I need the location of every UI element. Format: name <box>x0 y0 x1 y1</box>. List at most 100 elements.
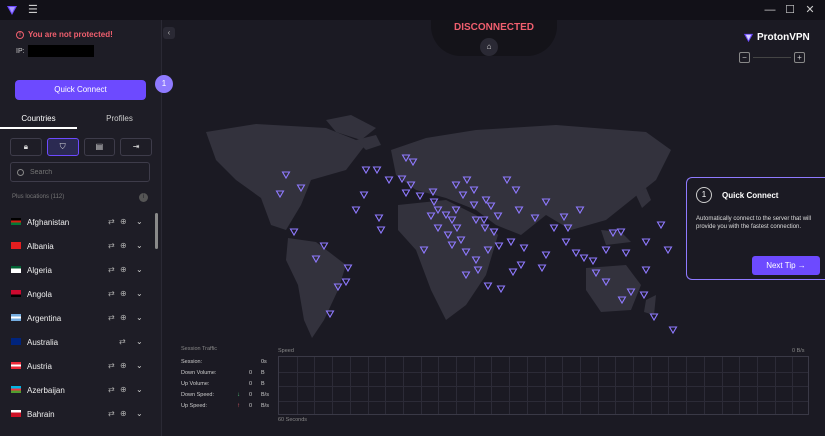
minimize-button[interactable]: — <box>762 2 778 18</box>
server-marker[interactable] <box>374 214 384 223</box>
traffic-value: 0 <box>249 370 253 376</box>
speed-graph <box>278 356 809 415</box>
country-row[interactable]: Azerbaijan ⇄ ⊕ ⌄ <box>0 378 152 402</box>
tab-countries[interactable]: Countries <box>0 109 77 129</box>
server-marker[interactable] <box>656 221 666 230</box>
grid-line <box>279 371 808 373</box>
chevron-down-icon[interactable]: ⌄ <box>136 385 143 394</box>
chevron-down-icon[interactable]: ⌄ <box>136 313 143 322</box>
chevron-down-icon[interactable]: ⌄ <box>136 217 143 226</box>
server-marker[interactable] <box>516 261 526 270</box>
chevron-down-icon[interactable]: ⌄ <box>136 241 143 250</box>
menu-icon[interactable]: ☰ <box>28 4 40 16</box>
map-area: DISCONNECTED ⌂ ProtonVPN − + 1 Quick Con… <box>176 20 825 436</box>
tor-globe-icon: ⊕ <box>120 361 127 370</box>
protonvpn-window: ☰ — ☐ ✕ ! You are not protected! IP: Qui… <box>0 0 825 436</box>
quick-connect-button[interactable]: Quick Connect <box>15 80 146 100</box>
country-name: Angola <box>27 290 52 299</box>
scrollbar[interactable] <box>155 213 158 249</box>
country-row[interactable]: Austria ⇄ ⊕ ⌄ <box>0 354 152 378</box>
server-marker[interactable] <box>343 264 353 273</box>
server-marker[interactable] <box>351 206 361 215</box>
country-flag <box>11 290 21 297</box>
server-marker[interactable] <box>663 246 673 255</box>
traffic-row: Up Volume: 0 B <box>181 381 269 391</box>
chevron-down-icon[interactable]: ⌄ <box>136 337 143 346</box>
server-marker[interactable] <box>571 249 581 258</box>
secure-core-filter-lock-icon[interactable]: 🔒︎ <box>10 138 42 156</box>
tip-number: 1 <box>696 187 712 203</box>
tor-globe-icon: ⊕ <box>120 241 127 250</box>
server-marker[interactable] <box>506 238 516 247</box>
chevron-down-icon[interactable]: ⌄ <box>136 361 143 370</box>
country-row[interactable]: Algeria ⇄ ⊕ ⌄ <box>0 258 152 282</box>
collapse-sidebar-button[interactable]: ‹ <box>163 27 175 39</box>
country-flag <box>11 314 21 321</box>
close-button[interactable]: ✕ <box>802 2 818 18</box>
country-row[interactable]: Bahrain ⇄ ⊕ ⌄ <box>0 402 152 426</box>
search-box[interactable] <box>10 162 150 182</box>
server-marker[interactable] <box>639 291 649 300</box>
server-marker[interactable] <box>325 310 335 319</box>
server-marker[interactable] <box>668 326 678 335</box>
server-marker[interactable] <box>361 166 371 175</box>
time-window-label: 60 Seconds <box>278 417 308 423</box>
country-row[interactable]: Argentina ⇄ ⊕ ⌄ <box>0 306 152 330</box>
server-marker[interactable] <box>483 282 493 291</box>
chevron-down-icon[interactable]: ⌄ <box>136 289 143 298</box>
p2p-filter-icon[interactable]: ⇥ <box>120 138 152 156</box>
traffic-label: Down Volume: <box>181 370 217 376</box>
server-marker[interactable] <box>519 244 529 253</box>
server-marker[interactable] <box>641 238 651 247</box>
server-marker[interactable] <box>341 278 351 287</box>
server-marker[interactable] <box>601 246 611 255</box>
server-marker[interactable] <box>289 228 299 237</box>
p2p-icon: ⇄ <box>108 361 115 370</box>
home-icon[interactable]: ⌂ <box>480 38 498 56</box>
info-icon[interactable]: i <box>139 193 148 202</box>
server-marker[interactable] <box>541 251 551 260</box>
server-marker[interactable] <box>508 268 518 277</box>
server-marker[interactable] <box>372 166 382 175</box>
server-marker[interactable] <box>561 238 571 247</box>
server-marker[interactable] <box>401 189 411 198</box>
chevron-down-icon[interactable]: ⌄ <box>136 409 143 418</box>
country-row[interactable]: Australia ⇄ ⌄ <box>0 330 152 354</box>
country-name: Argentina <box>27 314 62 323</box>
server-marker[interactable] <box>376 226 386 235</box>
traffic-unit: B/s <box>261 403 269 409</box>
server-marker[interactable] <box>537 264 547 273</box>
country-row[interactable]: Albania ⇄ ⊕ ⌄ <box>0 234 152 258</box>
server-marker[interactable] <box>621 249 631 258</box>
zoom-out-button[interactable]: − <box>739 52 750 63</box>
search-input[interactable] <box>30 168 140 176</box>
p2p-icon: ⇄ <box>108 265 115 274</box>
protonvpn-brand-icon <box>743 33 754 43</box>
zoom-in-button[interactable]: + <box>794 52 805 63</box>
country-name: Azerbaijan <box>27 386 65 395</box>
zoom-slider[interactable] <box>753 57 791 58</box>
streaming-filter-icon[interactable]: ▤ <box>83 138 116 156</box>
traffic-title: Session Traffic <box>181 346 217 352</box>
server-marker[interactable] <box>384 176 394 185</box>
chevron-down-icon[interactable]: ⌄ <box>136 265 143 274</box>
tab-profiles[interactable]: Profiles <box>81 109 158 129</box>
server-marker[interactable] <box>359 191 369 200</box>
country-row[interactable]: Afghanistan ⇄ ⊕ ⌄ <box>0 210 152 234</box>
server-marker[interactable] <box>549 224 559 233</box>
server-marker[interactable] <box>579 254 589 263</box>
maximize-button[interactable]: ☐ <box>782 2 798 18</box>
country-row[interactable]: Angola ⇄ ⊕ ⌄ <box>0 282 152 306</box>
server-marker[interactable] <box>415 192 425 201</box>
server-marker[interactable] <box>494 242 504 251</box>
shield-filter-icon[interactable]: ⛉ <box>46 138 79 156</box>
server-marker[interactable] <box>588 257 598 266</box>
traffic-value: 0 <box>249 392 253 398</box>
traffic-row: Up Speed: 0 B/s ↑ <box>181 403 269 413</box>
onboarding-step-badge[interactable]: 1 <box>155 75 173 93</box>
next-tip-button[interactable]: Next Tip → <box>752 256 820 275</box>
country-list: Afghanistan ⇄ ⊕ ⌄ Albania ⇄ ⊕ ⌄ Algeria ⇄ ⊕ ⌄ Angola… <box>0 210 152 426</box>
server-marker[interactable] <box>496 285 506 294</box>
country-flag <box>11 218 21 225</box>
server-marker[interactable] <box>641 266 651 275</box>
